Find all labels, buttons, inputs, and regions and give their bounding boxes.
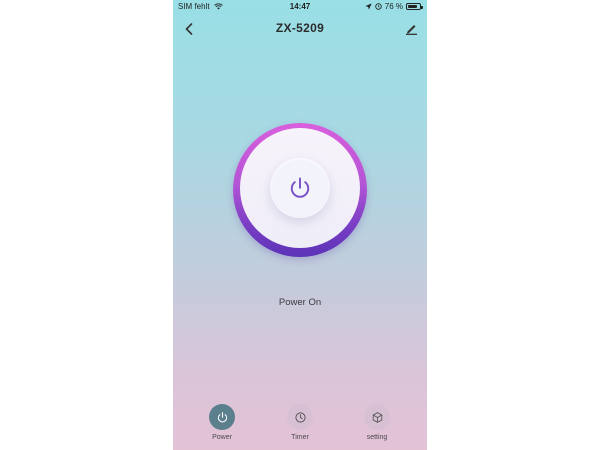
header: ZX-5209 (173, 14, 427, 44)
tab-setting-circle (364, 404, 390, 430)
timer-icon (294, 411, 306, 423)
location-arrow-icon (365, 3, 372, 10)
power-ring (233, 123, 367, 257)
tab-setting-label: setting (366, 434, 388, 441)
tab-power[interactable]: Power (192, 404, 252, 441)
battery-icon (406, 3, 423, 10)
alarm-icon (375, 3, 382, 10)
power-status-text: Power On (278, 297, 322, 308)
power-toggle-button[interactable] (270, 158, 330, 218)
battery-percent: 76 % (384, 2, 403, 11)
tab-timer-label: Timer (291, 434, 309, 441)
tab-power-label: Power (212, 434, 232, 441)
page-title: ZX-5209 (275, 21, 325, 35)
edit-button[interactable] (401, 18, 421, 40)
power-ring-inner (240, 128, 360, 248)
status-bar: SIM fehlt 14:47 76 % (173, 0, 427, 14)
phone-screen: SIM fehlt 14:47 76 % ZX-5209 Power On Po… (173, 0, 427, 450)
status-right: 76 % (365, 2, 423, 11)
power-icon (290, 177, 310, 198)
cube-icon (372, 411, 382, 423)
tab-timer-circle (287, 404, 313, 430)
tab-setting[interactable]: setting (347, 404, 407, 441)
tab-power-circle (209, 404, 235, 430)
power-icon (217, 411, 227, 422)
tab-timer[interactable]: Timer (270, 404, 330, 441)
pencil-icon (405, 25, 417, 35)
bottom-tab-bar: Power Timer setting (173, 400, 427, 450)
